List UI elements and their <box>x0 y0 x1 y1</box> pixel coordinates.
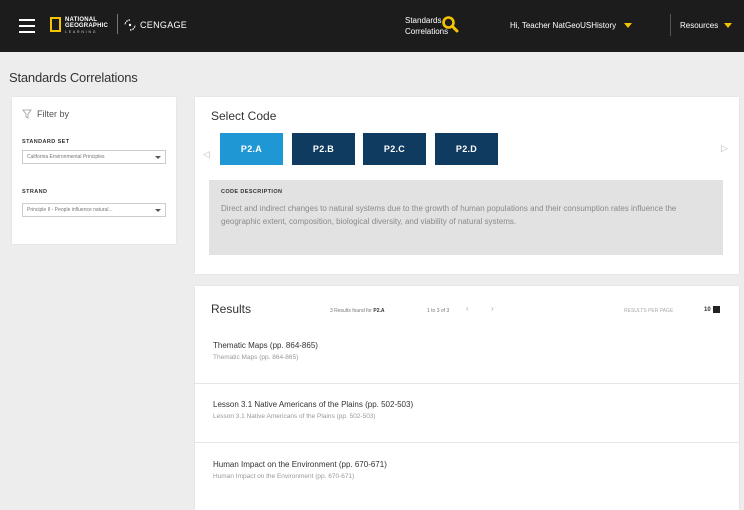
code-button-p2a[interactable]: P2.A <box>220 133 283 165</box>
results-per-page-select[interactable]: 10 <box>704 306 720 313</box>
results-count-code: P2.A <box>373 308 385 314</box>
chevron-down-icon <box>155 208 161 212</box>
result-title[interactable]: Thematic Maps (pp. 864-865) <box>213 341 318 350</box>
result-item[interactable]: Lesson 3.1 Native Americans of the Plain… <box>195 383 739 440</box>
national-geographic-logo[interactable]: NATIONAL GEOGRAPHIC LEARNING <box>50 17 108 34</box>
standard-set-select[interactable]: California Environmental Principles <box>22 150 166 164</box>
select-code-title: Select Code <box>211 109 277 123</box>
cengage-logo[interactable]: CENGAGE <box>124 19 187 31</box>
strand-select[interactable]: Principle II - People influence natural.… <box>22 203 166 217</box>
code-description-text: Direct and indirect changes to natural s… <box>221 204 677 226</box>
strand-value: Principle II - People influence natural.… <box>27 207 113 213</box>
code-button-p2b[interactable]: P2.B <box>292 133 355 165</box>
result-item[interactable]: Thematic Maps (pp. 864-865) Thematic Map… <box>195 328 739 378</box>
results-range: 1 to 3 of 3 <box>427 308 450 314</box>
code-button-p2c[interactable]: P2.C <box>363 133 426 165</box>
result-subtitle: Thematic Maps (pp. 864-865) <box>213 354 299 361</box>
menu-icon[interactable] <box>19 19 35 33</box>
results-count-text: 3 Results found for <box>330 308 372 314</box>
nav-divider <box>670 14 671 36</box>
user-greeting: Hi, Teacher NatGeoUSHistory <box>510 21 617 30</box>
logo-sub: LEARNING <box>65 30 98 34</box>
cengage-text: CENGAGE <box>140 20 188 30</box>
results-per-page-label: RESULTS PER PAGE <box>624 308 674 314</box>
filter-heading-text: Filter by <box>37 109 70 119</box>
filter-icon <box>22 109 32 119</box>
chevron-down-icon <box>155 155 161 159</box>
cengage-mark-icon <box>124 19 136 31</box>
result-subtitle: Lesson 3.1 Native Americans of the Plain… <box>213 413 376 420</box>
search-icon[interactable] <box>441 15 459 33</box>
results-title: Results <box>211 302 252 316</box>
result-item[interactable]: Human Impact on the Environment (pp. 670… <box>195 442 739 503</box>
standard-set-label: STANDARD SET <box>22 139 70 145</box>
prev-page-button[interactable]: ‹ <box>466 304 469 313</box>
strand-label: STRAND <box>22 189 48 195</box>
results-count: 3 Results found for P2.A <box>330 308 384 314</box>
chevron-down-icon <box>712 306 720 313</box>
page-title: Standards Correlations <box>9 70 138 85</box>
resources-menu[interactable]: Resources <box>680 21 733 30</box>
next-page-button[interactable]: › <box>491 304 494 313</box>
code-button-p2d[interactable]: P2.D <box>435 133 498 165</box>
results-per-page-value: 10 <box>704 306 711 313</box>
resources-label: Resources <box>680 21 719 30</box>
filter-panel: Filter by STANDARD SET California Enviro… <box>12 97 176 244</box>
logo-divider <box>117 14 118 34</box>
result-subtitle: Human Impact on the Environment (pp. 670… <box>213 473 355 480</box>
result-title[interactable]: Lesson 3.1 Native Americans of the Plain… <box>213 400 413 409</box>
code-description-label: CODE DESCRIPTION <box>221 189 283 195</box>
filter-heading: Filter by <box>22 109 69 119</box>
chevron-down-icon <box>724 23 733 28</box>
result-title[interactable]: Human Impact on the Environment (pp. 670… <box>213 460 387 469</box>
yellow-border-logo-mark <box>50 17 61 32</box>
select-code-panel: Select Code ◁ P2.A P2.B P2.C P2.D ▷ CODE… <box>195 97 739 274</box>
logo-line-2: GEOGRAPHIC <box>65 23 109 29</box>
chevron-left-icon[interactable]: ◁ <box>203 149 210 160</box>
user-menu[interactable]: Hi, Teacher NatGeoUSHistory <box>510 21 633 30</box>
results-panel: Results 3 Results found for P2.A 1 to 3 … <box>195 286 739 510</box>
code-description-box: CODE DESCRIPTION Direct and indirect cha… <box>209 180 723 255</box>
top-nav-bar: NATIONAL GEOGRAPHIC LEARNING CENGAGE Sta… <box>0 0 744 52</box>
chevron-down-icon <box>624 23 633 28</box>
chevron-right-icon[interactable]: ▷ <box>721 143 728 154</box>
standard-set-value: California Environmental Principles <box>27 154 105 160</box>
